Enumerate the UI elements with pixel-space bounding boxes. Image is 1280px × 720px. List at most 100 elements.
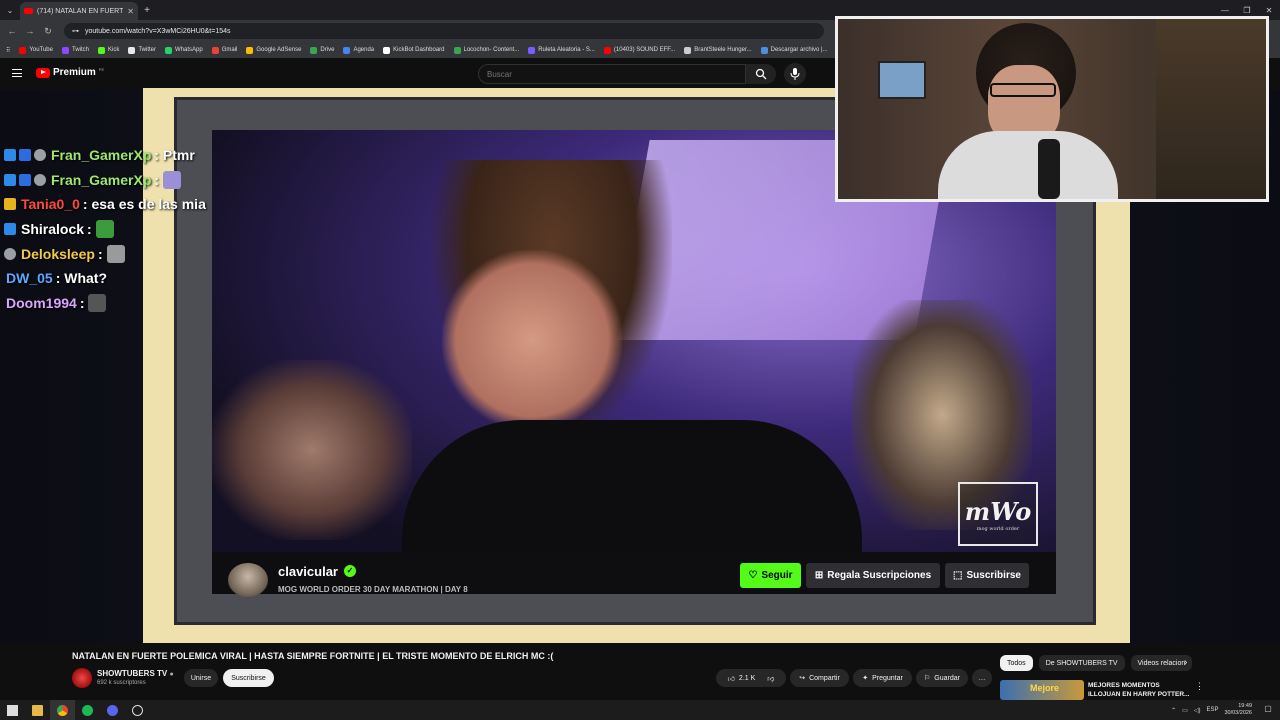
chat-emote-icon (163, 170, 182, 189)
bookmark-favicon-icon (453, 46, 461, 54)
filter-chip[interactable]: De SHOWTUBERS TV (1038, 655, 1125, 671)
thumbs-up-icon: 👍︎ (727, 675, 735, 683)
language-indicator[interactable]: ESP (1206, 707, 1218, 713)
bookmark-item[interactable]: Descargar archivo |... (760, 46, 828, 54)
bookmark-item[interactable]: Agenda (343, 46, 375, 54)
like-button[interactable]: 👍︎ 2.1 K 👎︎ (716, 669, 786, 687)
browser-tab[interactable]: (714) NATALAN EN FUERTE POL ✕ (20, 2, 138, 20)
taskbar-app[interactable] (125, 700, 150, 720)
bookmark-favicon-icon (246, 46, 254, 54)
site-info-icon[interactable]: ⊶ (72, 27, 79, 35)
chat-emote-icon (106, 244, 125, 263)
verified-channel-icon: ● (169, 671, 174, 678)
subscribe-button[interactable]: Suscribirse (223, 669, 274, 687)
chat-message: Fran_GamerXp: (4, 168, 214, 193)
bookmark-favicon-icon (61, 46, 69, 54)
bookmark-label: Locochon- Content... (463, 47, 520, 53)
chat-badge-icon (34, 149, 46, 162)
save-label: Guardar (934, 674, 960, 682)
bookmark-item[interactable]: Ruleta Aleatoria - S... (528, 46, 595, 54)
bookmark-item[interactable]: WhatsApp (165, 46, 203, 54)
spotify-icon (82, 704, 93, 716)
youtube-play-icon (36, 67, 50, 78)
join-button[interactable]: Unirse (184, 669, 218, 687)
clock[interactable]: 19:49 30/03/2026 (1224, 703, 1252, 717)
chat-message: Fran_GamerXp: Ptmr (4, 143, 214, 168)
channel-name[interactable]: SHOWTUBERS TV ● (97, 669, 174, 678)
new-tab-button[interactable]: + (138, 5, 156, 16)
bookmark-favicon-icon (19, 46, 27, 54)
bookmark-label: Drive (320, 47, 335, 53)
start-button[interactable] (0, 700, 25, 720)
bookmark-item[interactable]: Twitter (128, 46, 156, 54)
dislike-icon[interactable]: 👎︎ (767, 674, 774, 683)
menu-icon[interactable] (12, 69, 22, 77)
recommended-video-title[interactable]: MEJORES MOMENTOS ILLOJUAN EN HARRY POTTE… (1088, 681, 1194, 699)
bookmark-label: YouTube (29, 47, 53, 53)
kick-follow-label: Seguir (761, 570, 793, 581)
bookmark-favicon-icon (528, 46, 536, 54)
recommended-video-thumbnail[interactable]: Mejore (1000, 680, 1084, 700)
bookmark-item[interactable]: Drive (310, 46, 335, 54)
url-field[interactable]: ⊶ youtube.com/watch?v=X3wMCi26HU0&t=154s (64, 23, 824, 39)
chat-username: Tania0_0 (21, 196, 80, 213)
search-button[interactable] (746, 64, 776, 84)
close-tab-icon[interactable]: ✕ (127, 7, 134, 16)
more-vert-icon[interactable]: ⋮ (1195, 681, 1204, 692)
streamer-microphone (1038, 139, 1060, 199)
bookmark-label: Ruleta Aleatoria - S... (538, 47, 595, 53)
youtube-logo[interactable]: Premium PE (36, 67, 104, 78)
bookmark-item[interactable]: KickBot Dashboard (383, 46, 445, 54)
tab-search-icon[interactable]: ⌄ (0, 0, 20, 20)
bookmark-favicon-icon (760, 46, 768, 54)
bookmark-item[interactable]: Google AdSense (246, 46, 301, 54)
network-icon[interactable]: ▭ (1182, 707, 1188, 714)
search-input[interactable]: Buscar (478, 64, 746, 84)
recommendation-chips: Todos De SHOWTUBERS TV Videos relacion (1000, 655, 1193, 671)
volume-icon[interactable]: ◁) (1194, 707, 1201, 714)
chevron-right-icon[interactable]: › (1184, 657, 1187, 668)
bookmark-label: (10403) SOUND EFF... (613, 47, 676, 53)
streamer-avatar (228, 563, 268, 597)
channel-avatar[interactable] (72, 668, 92, 688)
bookmark-label: KickBot Dashboard (393, 47, 445, 53)
bookmark-item[interactable]: Locochon- Content... (453, 46, 520, 54)
apps-icon[interactable]: ⠿ (6, 47, 10, 54)
notification-icon[interactable]: ▢ (1262, 704, 1274, 716)
reload-icon[interactable]: ↻ (42, 26, 54, 37)
taskbar-spotify[interactable] (75, 700, 100, 720)
share-button[interactable]: ↪ Compartir (790, 669, 849, 687)
forward-icon[interactable]: → (24, 26, 36, 36)
bookmark-label: Twitch (71, 47, 89, 53)
back-icon[interactable]: ← (6, 26, 18, 36)
bookmark-item[interactable]: BrantSteele Hunger... (684, 46, 752, 54)
bookmark-label: Agenda (353, 47, 375, 53)
voice-search-button[interactable] (784, 63, 806, 85)
bookmark-favicon-icon (310, 46, 318, 54)
chat-message: DW_05: What? (4, 266, 214, 291)
filter-chip[interactable]: Videos relacion (1130, 655, 1193, 671)
bookmark-item[interactable]: Twitch (61, 46, 89, 54)
chat-badge-icon (4, 247, 16, 260)
video-title: NATALAN EN FUERTE POLEMICA VIRAL | HASTA… (72, 651, 554, 661)
windows-taskbar: ⌃ ▭ ◁) ESP 19:49 30/03/2026 ▢ (0, 700, 1280, 720)
chat-badge-icon (4, 149, 16, 162)
tab-title: (714) NATALAN EN FUERTE POL (37, 7, 124, 15)
bookmark-item[interactable]: Gmail (211, 46, 237, 54)
bookmark-item[interactable]: (10403) SOUND EFF... (603, 46, 676, 54)
filter-chip[interactable]: Todos (1000, 655, 1033, 671)
taskbar-chrome[interactable] (50, 700, 75, 720)
sparkle-icon: ✦ (862, 675, 869, 682)
bookmark-item[interactable]: Kick (98, 46, 119, 54)
logo-text: Premium (53, 67, 96, 78)
taskbar-discord[interactable] (100, 700, 125, 720)
clock-date: 30/03/2026 (1224, 710, 1252, 716)
more-actions-button[interactable]: … (972, 669, 992, 687)
tray-chevron-icon[interactable]: ⌃ (1171, 707, 1176, 714)
save-button[interactable]: ⚐ Guardar (916, 669, 968, 687)
bookmark-item[interactable]: YouTube (19, 46, 53, 54)
taskbar-explorer[interactable] (25, 700, 50, 720)
chat-badge-icon (19, 173, 31, 186)
chat-message: Shiralock: (4, 217, 214, 242)
ask-button[interactable]: ✦ Preguntar (853, 669, 912, 687)
